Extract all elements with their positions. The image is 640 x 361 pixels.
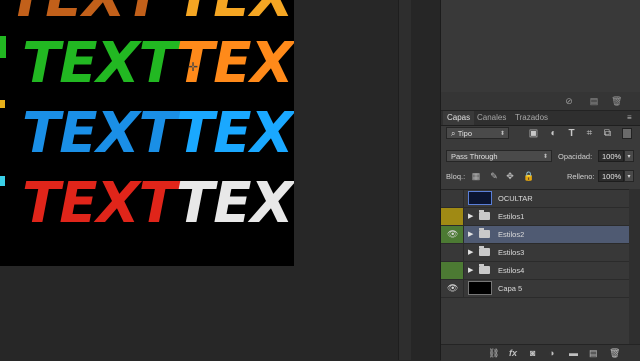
- layer-name: Estilos2: [498, 230, 525, 239]
- text-green: TEXT: [22, 31, 177, 96]
- opacity-label: Opacidad:: [558, 152, 593, 161]
- move-cursor-icon: ✛: [188, 60, 199, 74]
- folder-icon: [479, 246, 490, 256]
- text-light-blue: TEXT: [176, 101, 294, 166]
- opacity-input[interactable]: 100%: [598, 150, 624, 162]
- text-orange-dark: TEXT: [8, 0, 163, 26]
- tab-canales[interactable]: Canales: [473, 111, 510, 125]
- left-edge-cyan-sliver: [0, 176, 5, 186]
- layer-name: Capa 5: [498, 284, 523, 293]
- expand-triangle-icon[interactable]: ▶: [468, 248, 473, 256]
- text-blue: TEXT: [22, 101, 177, 166]
- panel-menu-icon[interactable]: ≡: [627, 113, 632, 122]
- opacity-dropdown-button[interactable]: ▾: [624, 150, 634, 162]
- shape-filter-icon[interactable]: ⌗: [584, 128, 595, 139]
- layer-row-estilos1[interactable]: ▶ Estilos1: [441, 208, 629, 226]
- new-group-icon[interactable]: ▬: [569, 348, 578, 358]
- new-layer-icon[interactable]: ▤: [589, 348, 598, 358]
- layer-name: OCULTAR: [498, 194, 533, 203]
- fx-icon[interactable]: fx: [509, 348, 517, 358]
- layer-row-estilos2[interactable]: 👁 ▶ Estilos2: [441, 226, 629, 244]
- layer-row-ocultar[interactable]: OCULTAR: [441, 190, 629, 208]
- tab-capas[interactable]: Capas: [443, 111, 475, 125]
- chevron-updown-icon: ⬍: [499, 131, 505, 137]
- upper-panel-toolbar: ⊘ ▤ 🗑: [441, 92, 640, 111]
- chevron-updown-icon: ⬍: [542, 154, 548, 160]
- filter-toggle[interactable]: [622, 128, 632, 139]
- layers-scrollbar[interactable]: [629, 189, 640, 345]
- adjustment-filter-icon[interactable]: ◐: [548, 128, 559, 139]
- layer-row-capa-5[interactable]: 👁 Capa 5: [441, 280, 629, 298]
- document-canvas[interactable]: TEXT TEXT TEXT TEXT TEXT TEXT TEXT TEXT …: [0, 0, 294, 266]
- visibility-toggle[interactable]: [441, 190, 464, 207]
- visibility-toggle[interactable]: [441, 244, 464, 261]
- folder-icon: [479, 210, 490, 220]
- visibility-toggle[interactable]: [441, 262, 464, 279]
- layers-bottom-toolbar: ⛓ fx ◙ ◑ ▬ ▤ 🗑: [441, 344, 640, 361]
- canvas-area[interactable]: TEXT TEXT TEXT TEXT TEXT TEXT TEXT TEXT …: [0, 0, 398, 360]
- expand-triangle-icon[interactable]: ▶: [468, 230, 473, 238]
- layer-row-estilos3[interactable]: ▶ Estilos3: [441, 244, 629, 262]
- layer-filter-select[interactable]: ⌕ Tipo ⬍: [446, 127, 509, 139]
- eye-icon: 👁: [447, 283, 459, 293]
- panel-dock-gap: [411, 0, 440, 360]
- left-edge-green-sliver: [0, 36, 6, 58]
- layer-thumbnail: [468, 191, 492, 205]
- new-document-icon[interactable]: ▤: [589, 96, 599, 106]
- filter-value: Tipo: [457, 129, 473, 138]
- layer-thumbnail: [468, 281, 492, 295]
- eye-icon: 👁: [447, 229, 459, 239]
- blend-mode-value: Pass Through: [451, 152, 498, 161]
- link-icon[interactable]: ⛓: [488, 348, 499, 358]
- folder-icon: [479, 228, 490, 238]
- forbidden-icon[interactable]: ⊘: [564, 96, 574, 106]
- lock-all-icon[interactable]: 🔒: [523, 171, 534, 181]
- canvas-vertical-scrollbar[interactable]: [398, 0, 411, 360]
- layers-list: OCULTAR ▶ Estilos1 👁 ▶ Estilos2 ▶ Estilo…: [441, 189, 640, 346]
- adjustment-layer-icon[interactable]: ◑: [549, 348, 554, 358]
- text-yellow: TEXT: [176, 0, 294, 26]
- upper-panel-area: [441, 0, 640, 92]
- fill-label: Relleno:: [567, 172, 595, 181]
- trash-icon[interactable]: 🗑: [611, 96, 622, 106]
- pixel-filter-icon[interactable]: ▣: [528, 128, 539, 139]
- layer-name: Estilos1: [498, 212, 525, 221]
- visibility-toggle[interactable]: 👁: [441, 226, 464, 243]
- fill-dropdown-button[interactable]: ▾: [624, 170, 634, 182]
- left-edge-yellow-sliver: [0, 100, 5, 108]
- smart-object-filter-icon[interactable]: ⧉: [602, 128, 613, 139]
- layer-name: Estilos3: [498, 248, 525, 257]
- type-filter-icon[interactable]: T: [566, 128, 577, 139]
- lock-brush-icon[interactable]: ✎: [489, 171, 499, 181]
- layer-row-estilos4[interactable]: ▶ Estilos4: [441, 262, 629, 280]
- tab-trazados[interactable]: Trazados: [511, 111, 552, 125]
- search-icon: ⌕: [451, 129, 458, 138]
- expand-triangle-icon[interactable]: ▶: [468, 212, 473, 220]
- mask-icon[interactable]: ◙: [530, 348, 535, 358]
- lock-label: Bloq.:: [446, 172, 466, 181]
- layer-name: Estilos4: [498, 266, 525, 275]
- blend-mode-select[interactable]: Pass Through ⬍: [446, 150, 552, 162]
- layers-panel: ⊘ ▤ 🗑 Capas Canales Trazados ≡ ⌕ Tipo ⬍ …: [440, 0, 640, 361]
- delete-layer-icon[interactable]: 🗑: [609, 348, 620, 358]
- folder-icon: [479, 264, 490, 274]
- visibility-toggle[interactable]: 👁: [441, 280, 464, 297]
- visibility-toggle[interactable]: [441, 208, 464, 225]
- fill-input[interactable]: 100%: [598, 170, 624, 182]
- panel-tabs: Capas Canales Trazados ≡: [441, 111, 640, 126]
- text-white: TEXT: [176, 171, 294, 236]
- expand-triangle-icon[interactable]: ▶: [468, 266, 473, 274]
- text-red: TEXT: [22, 171, 177, 236]
- lock-move-icon[interactable]: ✥: [505, 171, 515, 181]
- lock-transparent-icon[interactable]: ▦: [471, 171, 481, 181]
